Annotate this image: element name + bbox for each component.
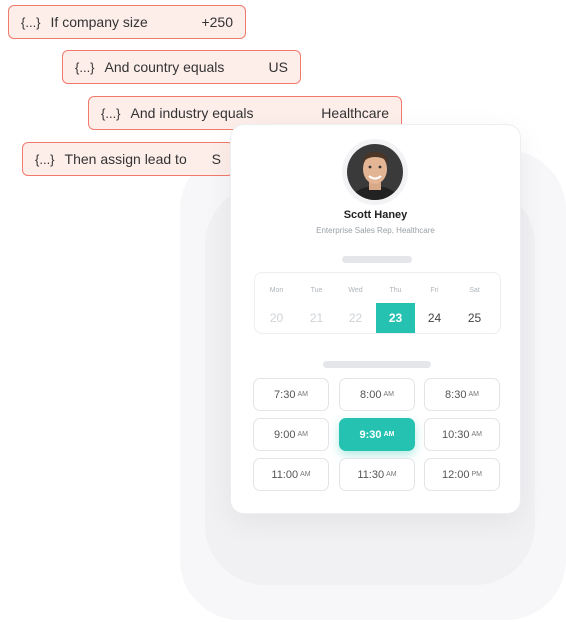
time-slot[interactable]: 11:30 AM [339,458,415,491]
day-mon[interactable]: Mon 20 [257,273,296,333]
slot-time: 12:00 [441,468,470,481]
rule-value: S [211,151,221,167]
day-number: 20 [269,311,284,325]
rule-value: +250 [201,14,233,30]
rule-label: If company size [50,14,148,30]
slot-time: 11:30 [357,468,385,481]
code-brace-icon: {...} [75,59,95,75]
day-thu-selected[interactable]: 23 [376,303,415,333]
time-slot[interactable]: 8:30 AM [424,378,500,411]
rule-assign-lead[interactable]: {...} Then assign lead to S [22,142,234,176]
time-slot[interactable]: 10:30 AM [424,418,500,451]
slot-time: 9:30 [359,428,382,441]
day-number: 24 [427,311,442,325]
day-name: Sat [469,287,480,294]
slot-ampm: AM [297,431,308,438]
code-brace-icon: {...} [35,151,55,167]
rule-label: And industry equals [130,105,254,121]
rule-value: Healthcare [321,105,389,121]
day-tue[interactable]: Tue 21 [297,273,336,333]
rule-company-size[interactable]: {...} If company size +250 [8,5,246,39]
slot-ampm: AM [383,391,394,398]
day-number: 21 [309,311,324,325]
day-name: Fri [430,287,439,294]
slot-time: 9:00 [274,428,296,441]
rep-title: Enterprise Sales Rep, Healthcare [316,226,435,235]
slot-ampm: AM [383,431,395,438]
time-slot-selected[interactable]: 9:30 AM [339,418,415,451]
date-picker: Mon 20 Tue 21 Wed 22 Thu 23 Fri 24 Sat 2… [254,272,501,334]
placeholder-bar [323,361,431,368]
slot-ampm: AM [297,391,308,398]
slot-ampm: AM [300,471,311,478]
time-slot[interactable]: 9:00 AM [253,418,329,451]
rule-label: Then assign lead to [64,151,187,167]
time-slot[interactable]: 12:00 PM [424,458,500,491]
time-slot[interactable]: 7:30 AM [253,378,329,411]
day-sat[interactable]: Sat 25 [455,273,494,333]
booking-card: Scott Haney Enterprise Sales Rep, Health… [230,124,521,514]
day-name: Mon [269,287,284,294]
day-number: 23 [388,311,403,325]
slot-time: 11:00 [271,468,299,481]
day-thu-label: Thu [376,273,415,303]
rule-value: US [268,59,288,75]
code-brace-icon: {...} [101,105,121,121]
slot-ampm: PM [471,471,483,478]
slot-ampm: AM [471,431,483,438]
day-number: 25 [467,311,482,325]
day-name: Thu [389,287,402,294]
slot-time: 10:30 [441,428,470,441]
time-slot[interactable]: 8:00 AM [339,378,415,411]
slot-time: 7:30 [274,388,296,401]
slot-ampm: AM [468,391,479,398]
day-name: Tue [310,287,323,294]
time-slot[interactable]: 11:00 AM [253,458,329,491]
slot-time: 8:30 [445,388,467,401]
code-brace-icon: {...} [21,14,41,30]
day-wed[interactable]: Wed 22 [336,273,375,333]
day-number: 22 [348,311,363,325]
rule-country[interactable]: {...} And country equals US [62,50,301,84]
rule-label: And country equals [104,59,225,75]
person-avatar-icon [347,144,403,200]
slot-ampm: AM [386,471,397,478]
slot-time: 8:00 [360,388,382,401]
placeholder-bar [342,256,412,263]
rep-name: Scott Haney [343,209,408,221]
day-fri[interactable]: Fri 24 [415,273,454,333]
day-name: Wed [348,287,363,294]
avatar-ring [342,139,408,205]
